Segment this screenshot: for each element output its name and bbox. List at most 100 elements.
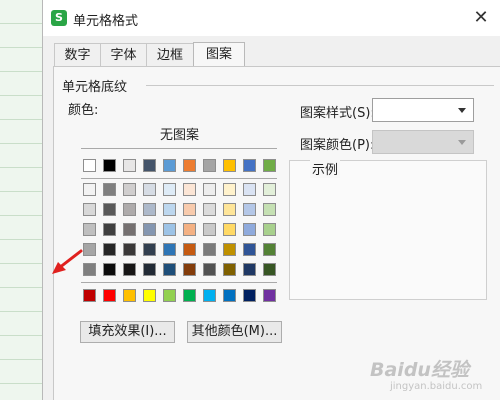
dialog-title: 单元格格式 [73, 14, 139, 29]
color-swatch[interactable] [123, 183, 136, 196]
color-swatch[interactable] [263, 183, 276, 196]
color-swatch[interactable] [123, 289, 136, 302]
tab-number[interactable]: 数字 [54, 43, 101, 67]
red-annotation-arrow [52, 249, 83, 274]
chevron-down-icon [458, 140, 466, 145]
color-swatch[interactable] [243, 183, 256, 196]
color-swatch[interactable] [163, 159, 176, 172]
color-swatch[interactable] [103, 263, 116, 276]
color-swatch[interactable] [123, 223, 136, 236]
color-swatch[interactable] [163, 183, 176, 196]
palette-divider-bottom [81, 282, 277, 283]
color-swatch[interactable] [163, 203, 176, 216]
sample-label: 示例 [310, 159, 341, 178]
color-swatch[interactable] [83, 263, 96, 276]
color-swatch[interactable] [103, 203, 116, 216]
color-swatch[interactable] [83, 223, 96, 236]
group-divider [146, 85, 494, 86]
color-swatch[interactable] [263, 243, 276, 256]
color-swatch[interactable] [223, 183, 236, 196]
color-swatch[interactable] [203, 263, 216, 276]
color-swatch[interactable] [243, 159, 256, 172]
color-swatch[interactable] [143, 243, 156, 256]
tab-font[interactable]: 字体 [100, 43, 147, 67]
color-swatch[interactable] [163, 243, 176, 256]
color-swatch[interactable] [183, 183, 196, 196]
color-swatch[interactable] [203, 243, 216, 256]
close-button[interactable]: ✕ [468, 6, 494, 30]
color-swatch[interactable] [223, 223, 236, 236]
pattern-style-dropdown[interactable] [372, 98, 474, 122]
sample-preview-box [289, 160, 487, 300]
color-swatch[interactable] [223, 289, 236, 302]
color-swatch[interactable] [143, 183, 156, 196]
color-swatch[interactable] [203, 183, 216, 196]
more-colors-button[interactable]: 其他颜色(M)... [187, 321, 282, 343]
color-swatch[interactable] [123, 243, 136, 256]
color-swatch[interactable] [243, 243, 256, 256]
color-swatch[interactable] [183, 263, 196, 276]
watermark-logo-text: Baidu经验 [370, 359, 469, 381]
color-swatch[interactable] [103, 183, 116, 196]
color-swatch[interactable] [143, 223, 156, 236]
color-swatch[interactable] [183, 159, 196, 172]
color-swatch[interactable] [103, 289, 116, 302]
color-swatch[interactable] [223, 263, 236, 276]
color-swatch[interactable] [243, 289, 256, 302]
no-pattern-option[interactable]: 无图案 [160, 124, 199, 143]
color-swatch[interactable] [183, 203, 196, 216]
palette-divider-mid [81, 178, 277, 179]
color-swatch[interactable] [163, 263, 176, 276]
tab-pattern[interactable]: 图案 [193, 42, 245, 68]
title-bar: S 单元格格式 ✕ [43, 0, 500, 36]
pattern-style-label: 图案样式(S): [300, 106, 375, 121]
color-swatch[interactable] [263, 223, 276, 236]
color-swatch[interactable] [183, 223, 196, 236]
color-swatch[interactable] [263, 263, 276, 276]
color-swatch[interactable] [203, 289, 216, 302]
color-swatch[interactable] [103, 223, 116, 236]
color-swatch[interactable] [83, 159, 96, 172]
tab-border[interactable]: 边框 [146, 43, 194, 67]
color-swatch[interactable] [223, 243, 236, 256]
color-swatch[interactable] [263, 159, 276, 172]
color-swatch[interactable] [163, 223, 176, 236]
color-swatch[interactable] [83, 203, 96, 216]
color-swatch[interactable] [143, 159, 156, 172]
color-swatch[interactable] [103, 159, 116, 172]
watermark-url: jingyan.baidu.com [390, 381, 483, 392]
color-swatch[interactable] [143, 203, 156, 216]
fill-effects-button[interactable]: 填充效果(I)... [80, 321, 175, 343]
color-swatch[interactable] [123, 263, 136, 276]
cell-shading-group-title: 单元格底纹 [62, 80, 128, 95]
baidu-jingyan-watermark: Baidu经验 jingyan.baidu.com [370, 355, 495, 399]
color-swatch[interactable] [183, 289, 196, 302]
color-swatch[interactable] [83, 243, 96, 256]
color-swatch[interactable] [203, 159, 216, 172]
color-label: 颜色: [68, 103, 99, 118]
color-swatch[interactable] [263, 203, 276, 216]
color-swatch[interactable] [243, 263, 256, 276]
color-swatch[interactable] [183, 243, 196, 256]
color-swatch[interactable] [103, 243, 116, 256]
color-swatch[interactable] [243, 203, 256, 216]
cell-format-dialog: S 单元格格式 ✕ 数字 字体 边框 图案 单元格底纹 颜色: 无图案 填充效果… [42, 0, 500, 400]
color-swatch[interactable] [263, 289, 276, 302]
pattern-tab-panel: 单元格底纹 颜色: 无图案 填充效果(I)... 其他颜色(M)... 图案样式… [53, 66, 500, 400]
color-swatch[interactable] [143, 289, 156, 302]
color-swatch[interactable] [83, 289, 96, 302]
pattern-color-label: 图案颜色(P): [300, 138, 375, 153]
color-swatch[interactable] [203, 223, 216, 236]
chevron-down-icon [458, 108, 466, 113]
color-swatch[interactable] [223, 203, 236, 216]
color-swatch[interactable] [243, 223, 256, 236]
color-swatch[interactable] [123, 203, 136, 216]
color-swatch[interactable] [203, 203, 216, 216]
color-swatch[interactable] [83, 183, 96, 196]
color-swatch[interactable] [123, 159, 136, 172]
color-swatch[interactable] [163, 289, 176, 302]
color-swatch[interactable] [223, 159, 236, 172]
palette-divider-top [81, 148, 277, 149]
color-swatch[interactable] [143, 263, 156, 276]
pattern-color-dropdown[interactable] [372, 130, 474, 154]
